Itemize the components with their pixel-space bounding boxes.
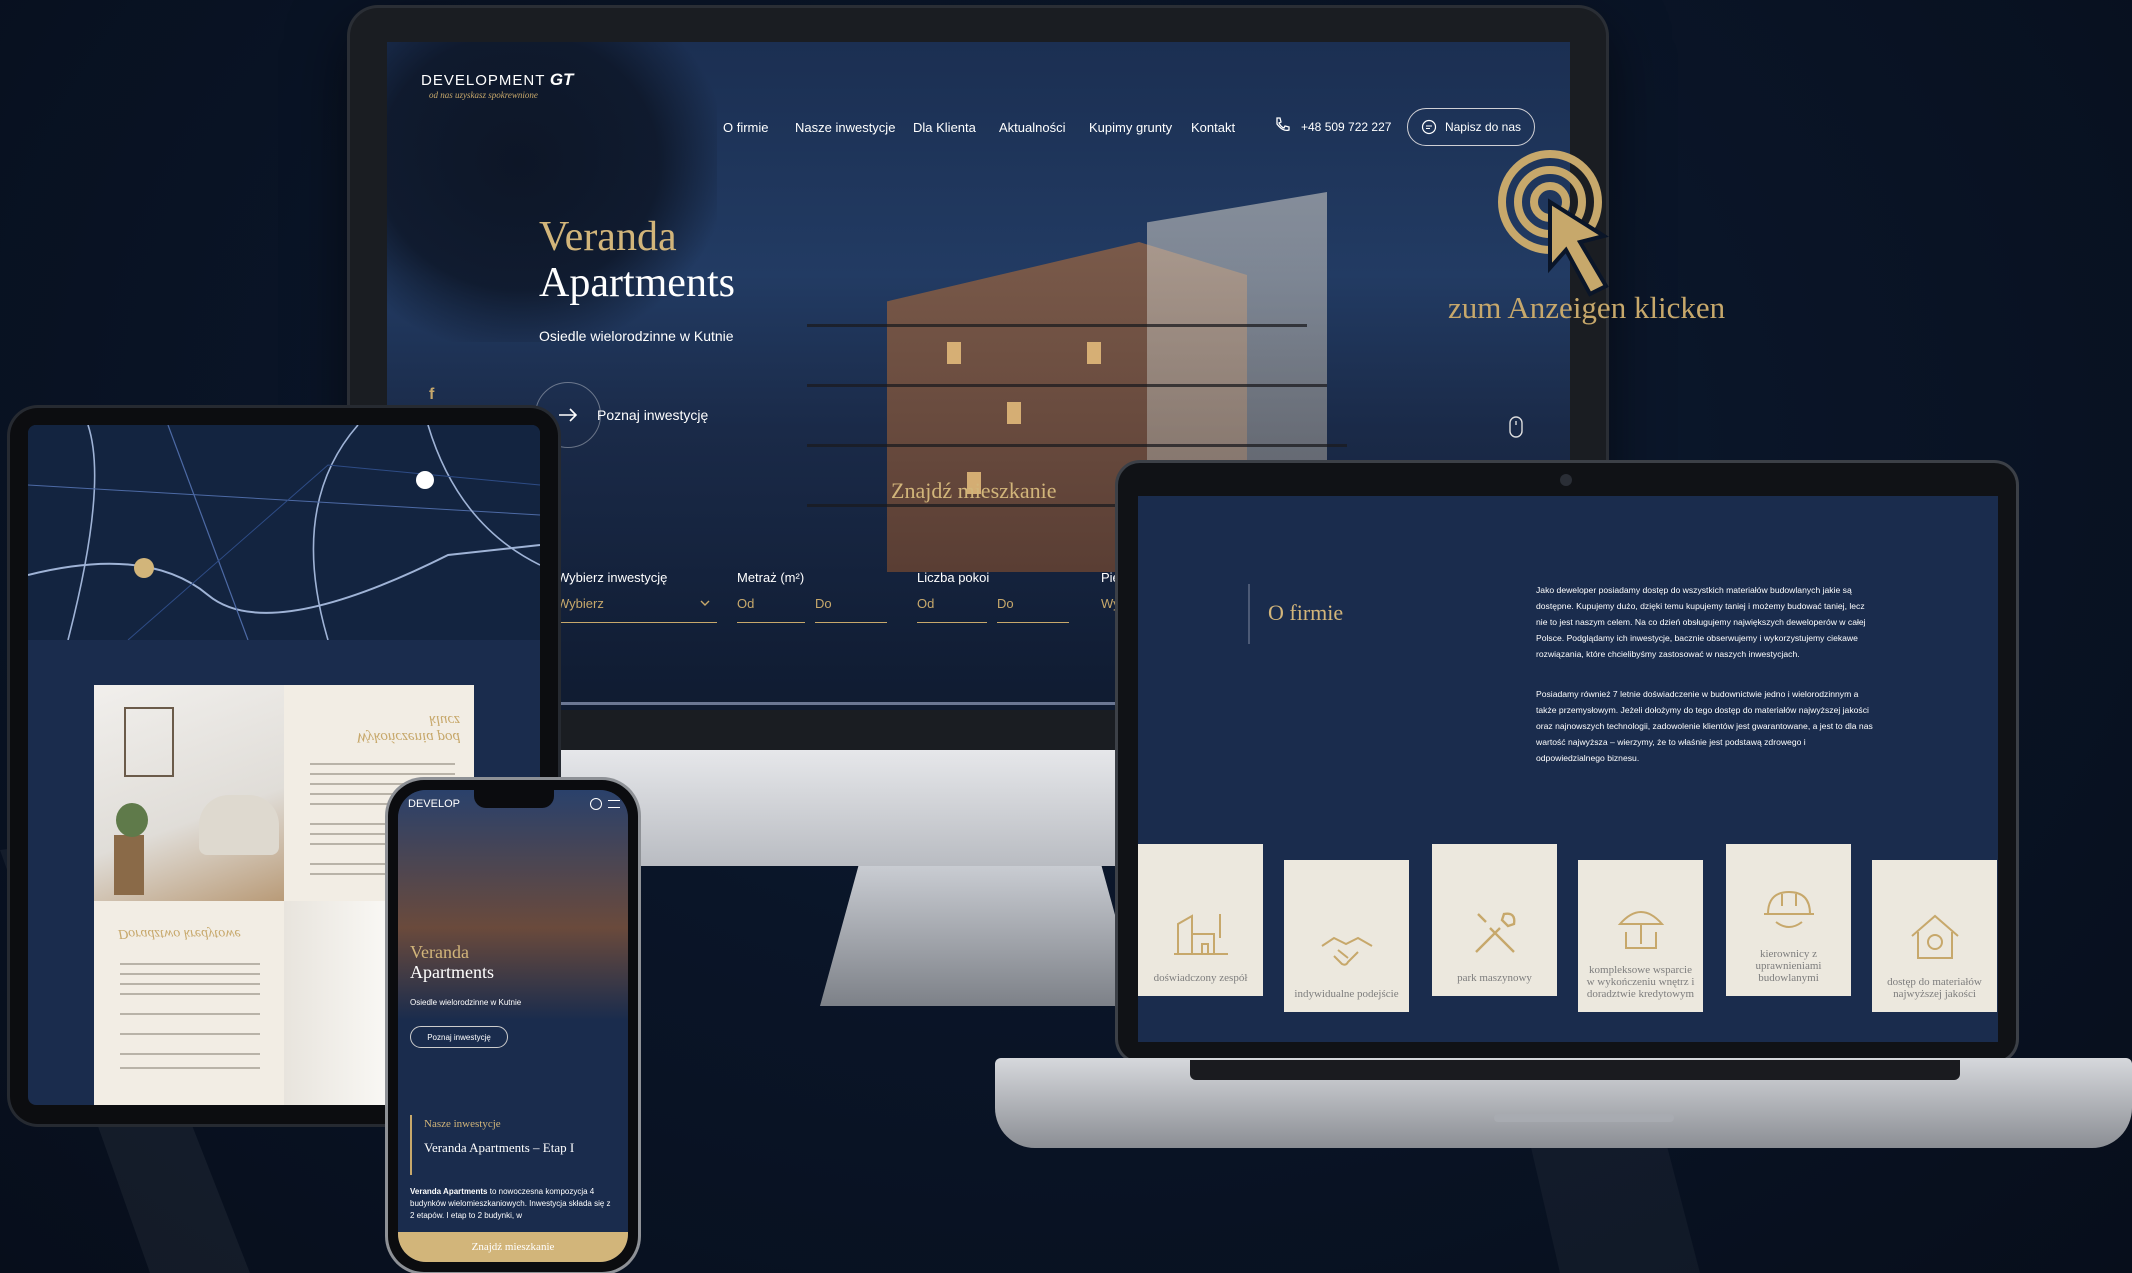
map-view[interactable] — [28, 425, 540, 640]
laptop-screen: O firmie Jako deweloper posiadamy dostęp… — [1138, 496, 1998, 1042]
phone-notch — [474, 790, 554, 808]
feature-label-materials: dostęp do materiałów najwyższej jakości — [1887, 976, 1982, 1000]
hero-title-line2: Apartments — [539, 260, 735, 306]
phone-investment-text: Veranda Apartments to nowoczesna kompozy… — [410, 1186, 616, 1222]
hero-cta-label: Poznaj inwestycję — [597, 407, 709, 423]
feature-card-team[interactable]: doświadczony zespół — [1138, 844, 1263, 996]
hero-cta[interactable]: Poznaj inwestycję — [535, 382, 709, 448]
phone-chat-icon[interactable] — [590, 798, 602, 810]
field-label-floor: Pię — [1101, 570, 1120, 585]
phone-icon — [1276, 117, 1290, 132]
logo-text: DEVELOPMENT — [421, 72, 546, 89]
house-umbrella-icon — [1617, 911, 1664, 949]
rooms-from-input[interactable]: Od — [917, 596, 934, 611]
feature-label-team: doświadczony zespół — [1153, 972, 1248, 984]
hero-subtitle: Osiedle wielorodzinne w Kutnie — [539, 328, 734, 344]
field-label-rooms: Liczba pokoi — [917, 570, 990, 585]
laptop-trackpad-edge — [1494, 1114, 1674, 1122]
phone-find-apartment-button[interactable]: Znajdź mieszkanie — [398, 1232, 628, 1262]
field-label-area: Metraż (m²) — [737, 570, 805, 585]
nav-kupimy-grunty[interactable]: Kupimy grunty — [1089, 120, 1172, 135]
area-from-input[interactable]: Od — [737, 596, 754, 611]
logo-tagline: od nas uzyskasz spokrewnione — [429, 90, 538, 100]
nav-o-firmie[interactable]: O firmie — [723, 120, 769, 135]
phone-accent-line — [410, 1115, 412, 1175]
phone-hero-title-line2: Apartments — [410, 962, 494, 982]
feature-card-managers[interactable]: kierownicy z uprawnieniami budowlanymi — [1726, 844, 1851, 996]
interior-photo-1 — [94, 685, 284, 901]
phone-hero-title-line1: Veranda — [410, 942, 469, 962]
phone-hero-subtitle: Osiedle wielorodzinne w Kutnie — [410, 998, 522, 1007]
nav-dla-klienta[interactable]: Dla Klienta — [913, 120, 976, 135]
map-marker-white[interactable] — [416, 471, 434, 489]
click-target-icon — [1498, 150, 1610, 297]
scroll-mouse-icon — [1509, 416, 1523, 438]
feature-label-managers: kierownicy z uprawnieniami budowlanymi — [1755, 948, 1822, 984]
phone-logo[interactable]: DEVELOP — [408, 798, 460, 810]
click-hint[interactable]: zum Anzeigen klicken — [1440, 150, 1760, 330]
click-hint-text: zum Anzeigen klicken — [1448, 290, 1726, 325]
area-to-input[interactable]: Do — [815, 596, 832, 611]
tools-icon — [1474, 912, 1515, 953]
feature-card-materials[interactable]: dostęp do materiałów najwyższej jakości — [1872, 860, 1997, 1012]
field-label-investment: Wybierz inwestycję — [557, 570, 668, 585]
nav-kontakt[interactable]: Kontakt — [1191, 120, 1235, 135]
phone-investment-title: Veranda Apartments – Etap I — [424, 1140, 575, 1155]
chat-icon — [1421, 119, 1437, 135]
section-accent-line — [1248, 584, 1250, 644]
about-paragraph-1: Jako deweloper posiadamy dostęp do wszys… — [1536, 585, 1866, 659]
nav-nasze-inwestycje[interactable]: Nasze inwestycje — [795, 120, 895, 135]
phone-section-label: Nasze inwestycje — [424, 1118, 501, 1130]
rooms-to-input[interactable]: Do — [997, 596, 1014, 611]
feature-label-support: kompleksowe wsparcie w wykończeniu wnętr… — [1586, 964, 1695, 1000]
about-paragraph-2: Posiadamy również 7 letnie doświadczenie… — [1536, 689, 1873, 763]
chevron-down-icon — [700, 600, 710, 606]
hard-hat-icon — [1763, 890, 1814, 928]
phone-number[interactable]: +48 509 722 227 — [1301, 120, 1391, 134]
logo-mark: GT — [549, 70, 574, 89]
feature-label-machinery: park maszynowy — [1457, 972, 1532, 984]
arrow-right-icon — [559, 408, 578, 422]
handshake-icon — [1320, 936, 1372, 966]
phone-investment-lead: Veranda Apartments — [410, 1187, 488, 1196]
tablet-card-1-title: Wykończenia pod klucz — [355, 712, 460, 745]
nav-aktualnosci[interactable]: Aktualności — [999, 120, 1065, 135]
site-logo[interactable]: DEVELOPMENT GT od nas uzyskasz spokrewni… — [421, 70, 573, 100]
tablet-card-2: Doradztwo kredytowe — [94, 901, 284, 1105]
phone-cta[interactable]: Poznaj inwestycję — [410, 1026, 508, 1048]
contact-button[interactable]: Napisz do nas — [1407, 108, 1535, 146]
map-marker-gold[interactable] — [134, 558, 154, 578]
laptop-camera — [1560, 474, 1572, 486]
about-title: O firmie — [1268, 600, 1344, 625]
tablet-card-2-title: Doradztwo kredytowe — [118, 926, 241, 941]
feature-card-machinery[interactable]: park maszynowy — [1432, 844, 1557, 996]
search-title: Znajdź mieszkanie — [891, 478, 1057, 503]
house-badge-icon — [1910, 914, 1959, 959]
contact-button-label: Napisz do nas — [1444, 120, 1522, 134]
feature-card-approach[interactable]: indywidualne podejście — [1284, 860, 1409, 1012]
feature-label-approach: indywidualne podejście — [1294, 988, 1399, 1000]
building-icon — [1173, 914, 1228, 955]
hero-title-line1: Veranda — [539, 214, 677, 260]
phone-screen: DEVELOP Veranda Apartments Osiedle wielo… — [398, 790, 628, 1262]
phone-hero-image — [398, 790, 628, 1020]
feature-card-support[interactable]: kompleksowe wsparcie w wykończeniu wnętr… — [1578, 860, 1703, 1012]
monitor-stand — [820, 866, 1140, 1006]
investment-select[interactable]: Wybierz — [557, 596, 604, 611]
floor-select[interactable]: Wy — [1101, 596, 1120, 611]
laptop-keyboard — [1190, 1060, 1960, 1080]
facebook-icon[interactable]: f — [429, 386, 434, 404]
hamburger-menu-icon[interactable] — [608, 800, 620, 808]
